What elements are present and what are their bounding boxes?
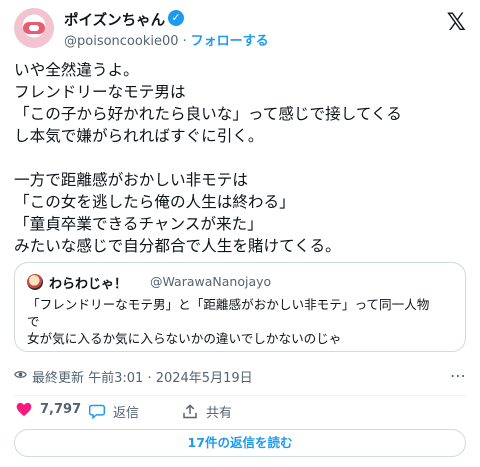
author-handle[interactable]: @poisoncookie00 [64,34,179,49]
post-body: いや全然違うよ。 フレンドリーなモテ男は 「この子から好かれたら良いな」って感じ… [14,59,470,257]
heart-icon [16,402,32,417]
x-logo-icon[interactable]: 𝕏 [447,8,466,36]
post-line: 「童貞卒業できるチャンスが来た」 [14,215,263,233]
quote-line: 「フレンドリーなモテ男」と「距離感がおかしい非モテ」って同一人物 [27,297,430,312]
quote-author-handle: @WarawaNanojayo [150,274,272,289]
timestamp-row: 最終更新 午前3:01 · 2024年5月19日 ⋯ [14,364,466,386]
quoted-tweet[interactable]: わらわじゃ！ @WarawaNanojayo 「フレンドリーなモテ男」と「距離感… [14,262,466,352]
post-line-blank [14,147,470,169]
like-button[interactable]: 7,797 [16,402,81,417]
post-line: 「この子から好かれたら良いな」って感じで接してくる [14,105,402,123]
post-line: 一方で距離感がおかしい非モテは [14,171,248,189]
reply-button[interactable]: 返信 [89,402,139,421]
quote-line: 女が気に入るか気に入らないかの違いでしかないのじゃ [27,331,342,346]
post-line: 「この女を逃したら俺の人生は終わる」 [14,193,295,211]
post-line: いや全然違うよ。 [14,61,139,79]
quote-text: 「フレンドリーなモテ男」と「距離感がおかしい非モテ」って同一人物 で 女が気に入… [27,296,455,347]
quote-line: で [27,314,40,329]
read-replies-button[interactable]: 17件の返信を読む [14,429,466,457]
eye-icon [14,371,27,378]
post-line: みたいな感じで自分都合で人生を賭けてくる。 [14,237,341,255]
handle-row: @poisoncookie00 · フォローする [64,30,269,49]
reply-icon [89,404,105,419]
author-avatar[interactable] [14,8,54,48]
more-icon[interactable]: ⋯ [450,366,466,385]
tweet-header: ポイズンちゃん ✓ @poisoncookie00 · フォローする 𝕏 [14,6,466,52]
action-bar: 7,797 返信 共有 [14,400,466,422]
share-icon [183,404,197,419]
share-label: 共有 [206,406,233,421]
reply-label: 返信 [113,406,140,421]
share-button[interactable]: 共有 [182,402,232,421]
quote-avatar [27,274,43,290]
timestamp[interactable]: 最終更新 午前3:01 · 2024年5月19日 [32,367,253,386]
like-count: 7,797 [40,402,82,417]
author-name[interactable]: ポイズンちゃん [64,9,165,30]
post-line: フレンドリーなモテ男は [14,83,186,101]
divider [14,395,466,396]
separator-dot: · [182,34,187,49]
verified-badge-icon: ✓ [168,10,184,26]
follow-button[interactable]: フォローする [191,34,269,49]
quote-author-name: わらわじゃ！ [49,277,128,292]
post-line: し本気で嫌がられればすぐに引く。 [14,127,264,145]
